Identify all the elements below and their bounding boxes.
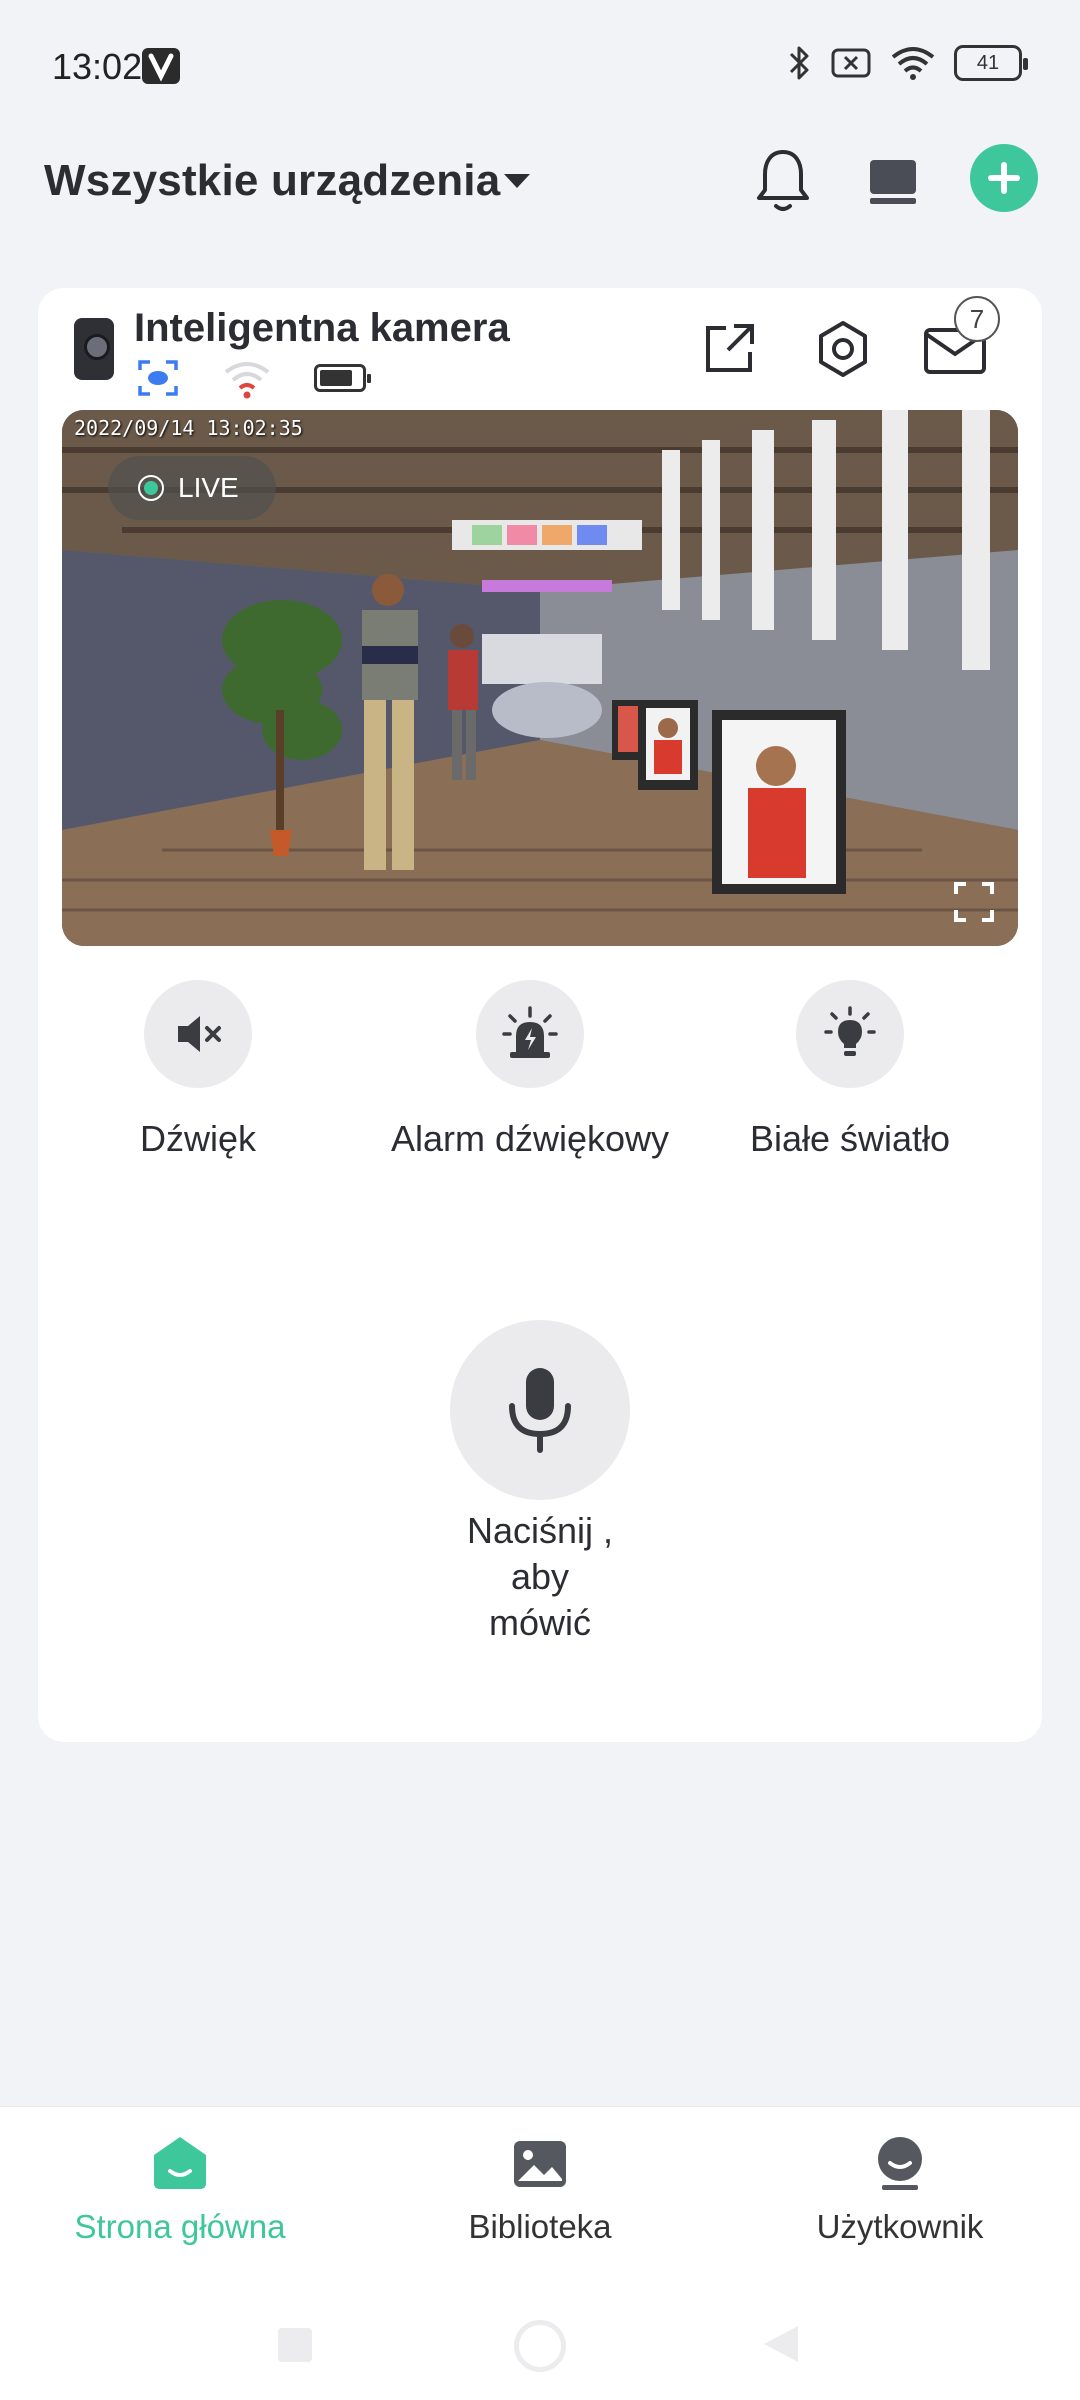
nav-label-user: Użytkownik [816,2208,984,2245]
fullscreen-icon[interactable] [952,880,996,924]
nav-label-home: Strona główna [74,2208,286,2245]
share-icon[interactable] [700,318,760,378]
home-system-icon[interactable] [514,2320,566,2372]
push-to-talk-line-1: Naciśnij , [466,1510,614,1551]
device-battery-icon [314,364,371,392]
push-to-talk-label: Naciśnij , aby mówić [340,1508,740,1646]
video-timestamp: 2022/09/14 13:02:35 [74,416,303,440]
caret-down-icon[interactable] [504,174,530,188]
message-count-badge: 7 [954,296,1000,342]
live-dot-icon [138,475,164,501]
microphone-icon [509,1368,571,1453]
sound-button[interactable] [144,980,252,1088]
push-to-talk-line-2: aby [510,1556,570,1597]
no-sim-icon [831,48,871,78]
recent-apps-icon[interactable] [278,2328,312,2362]
device-group-selector[interactable]: Wszystkie urządzenia [44,156,500,206]
status-icons: 41 [788,44,1028,82]
light-bulb-icon [824,1006,876,1056]
add-device-button[interactable] [970,144,1038,212]
sound-control[interactable]: Dźwięk [38,980,358,1160]
camera-thumbnail-icon [74,318,114,380]
bell-icon[interactable] [752,146,814,216]
settings-icon[interactable] [812,318,874,380]
siren-label: Alarm dźwiękowy [390,1118,670,1159]
status-time: 13:02 [52,46,143,87]
device-name[interactable]: Inteligentna kamera [134,306,510,351]
nav-item-library[interactable]: Biblioteka [390,2133,690,2246]
gallery-icon [514,2141,566,2187]
device-card: Inteligentna kamera 7 2022/09/14 13:02:3… [38,288,1042,1742]
live-video-view[interactable]: 2022/09/14 13:02:35 LIVE [62,410,1018,946]
vivaldi-notification-icon [142,48,180,84]
wifi-icon [891,47,935,80]
white-light-button[interactable] [796,980,904,1088]
speaker-muted-icon [178,1016,221,1052]
status-bar: 13:02 41 [0,0,1080,130]
nav-label-library: Biblioteka [468,2208,612,2245]
app-header: Wszystkie urządzenia [0,130,1080,240]
live-indicator: LIVE [108,456,276,520]
sound-label: Dźwięk [139,1118,256,1159]
push-to-talk-line-3: mówić [488,1602,591,1643]
push-to-talk-button[interactable] [450,1320,630,1500]
wifi-signal-icon [224,362,270,399]
white-light-control[interactable]: Białe światło [690,980,1010,1160]
nav-item-home[interactable]: Strona główna [30,2133,330,2246]
siren-button[interactable] [476,980,584,1088]
live-label: LIVE [178,472,239,503]
home-icon [154,2137,206,2189]
ai-detection-icon [138,360,178,396]
nav-item-user[interactable]: Użytkownik [750,2133,1050,2246]
siren-control[interactable]: Alarm dźwiękowy [370,980,690,1160]
back-icon[interactable] [764,2326,798,2362]
battery-indicator: 41 [954,45,1028,81]
multi-view-icon[interactable] [862,152,924,212]
siren-icon [502,1006,558,1058]
white-light-label: Białe światło [749,1118,951,1159]
bluetooth-icon [789,46,809,80]
system-navigation-bar [0,2316,1080,2376]
user-icon [878,2137,922,2190]
